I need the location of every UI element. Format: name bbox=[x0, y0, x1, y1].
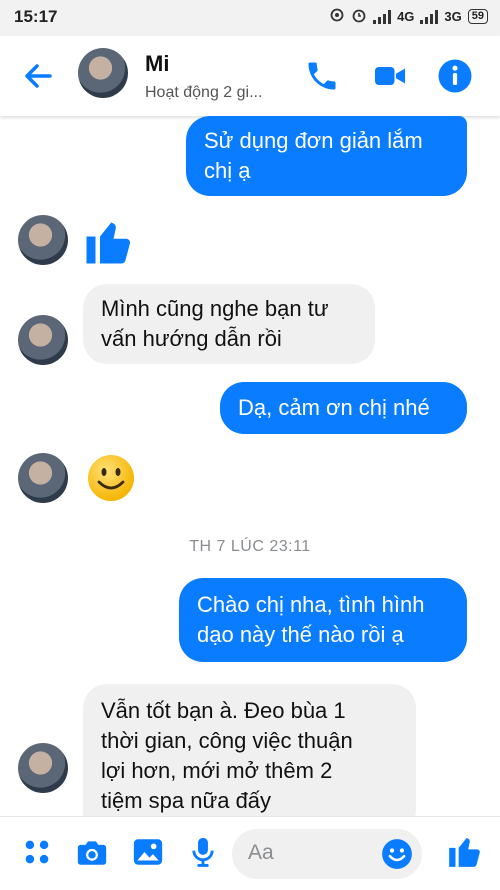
sender-avatar bbox=[18, 453, 68, 503]
signal-icon-1 bbox=[373, 9, 392, 24]
conversation-header: Mi Hoạt động 2 gi... bbox=[0, 36, 500, 116]
message-list[interactable]: Sử dụng đơn giản lắm chị ạ Mình cũng ngh… bbox=[0, 116, 500, 816]
timestamp-divider: TH 7 LÚC 23:11 bbox=[189, 538, 311, 555]
like-icon[interactable] bbox=[446, 832, 480, 867]
grid-menu-icon[interactable] bbox=[20, 835, 54, 869]
message-input-placeholder: Aa bbox=[248, 841, 274, 864]
signal-icon-2 bbox=[420, 9, 439, 24]
sender-avatar bbox=[18, 743, 68, 793]
image-icon[interactable] bbox=[131, 835, 165, 869]
message-bubble-outgoing[interactable]: Dạ, cảm ơn chị nhé bbox=[220, 382, 467, 434]
message-bubble-outgoing[interactable]: Sử dụng đơn giản lắm chị ạ bbox=[186, 116, 467, 196]
sender-avatar bbox=[18, 215, 68, 265]
microphone-icon[interactable] bbox=[186, 835, 220, 869]
sender-avatar bbox=[18, 315, 68, 365]
battery-indicator: 59 bbox=[467, 9, 488, 24]
contact-avatar[interactable] bbox=[78, 48, 128, 98]
status-time: 15:17 bbox=[14, 7, 58, 26]
thumbs-up-sticker-icon[interactable] bbox=[82, 214, 136, 273]
smiley-sticker-icon[interactable] bbox=[86, 453, 136, 508]
camera-icon[interactable] bbox=[75, 835, 109, 869]
message-input[interactable]: Aa bbox=[232, 829, 422, 879]
contact-status: Hoạt động 2 gi... bbox=[145, 84, 263, 101]
info-icon[interactable] bbox=[437, 58, 473, 94]
sync-icon bbox=[329, 7, 345, 26]
back-arrow-icon[interactable] bbox=[20, 58, 56, 94]
contact-name[interactable]: Mi bbox=[145, 51, 169, 77]
phone-icon[interactable] bbox=[304, 58, 340, 94]
network-label-2: 3G bbox=[444, 9, 462, 24]
network-label-1: 4G bbox=[397, 9, 415, 24]
message-composer: Aa bbox=[0, 816, 500, 890]
status-bar: 15:17 4G 3G 59 bbox=[0, 0, 500, 36]
status-indicators: 4G 3G 59 bbox=[329, 7, 488, 26]
video-icon[interactable] bbox=[372, 58, 408, 94]
emoji-icon[interactable] bbox=[380, 837, 414, 871]
message-bubble-incoming[interactable]: Vẫn tốt bạn à. Đeo bùa 1 thời gian, công… bbox=[83, 684, 416, 816]
message-bubble-incoming[interactable]: Mình cũng nghe bạn tư vấn hướng dẫn rồi bbox=[83, 284, 375, 364]
alarm-icon bbox=[351, 7, 367, 26]
message-bubble-outgoing[interactable]: Chào chị nha, tình hình dạo này thế nào … bbox=[179, 578, 467, 662]
